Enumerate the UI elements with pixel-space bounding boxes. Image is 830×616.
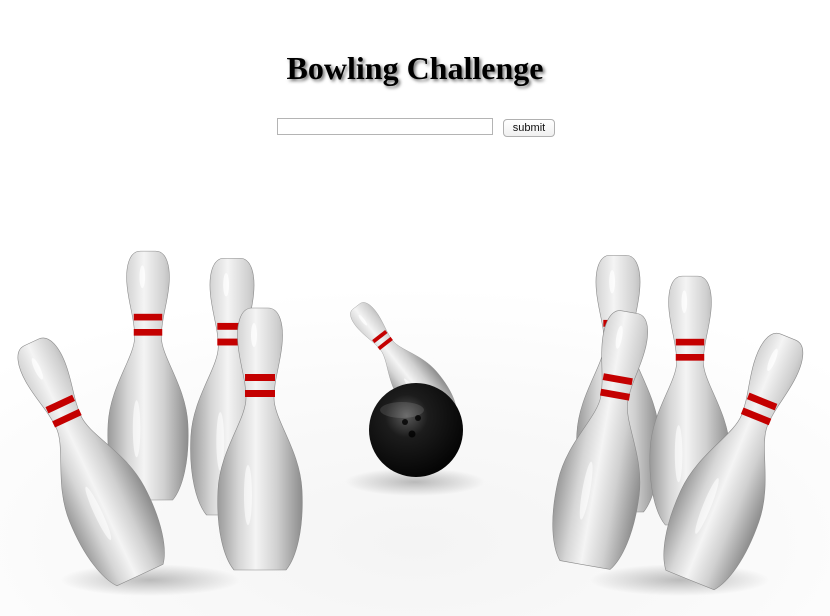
name-form: submit [277, 118, 567, 140]
submit-button[interactable]: submit [503, 119, 555, 137]
name-input[interactable] [277, 118, 493, 135]
page-title: Bowling Challenge [286, 50, 544, 86]
bowling-hero-image [0, 250, 830, 616]
bowling-ball [369, 383, 463, 477]
